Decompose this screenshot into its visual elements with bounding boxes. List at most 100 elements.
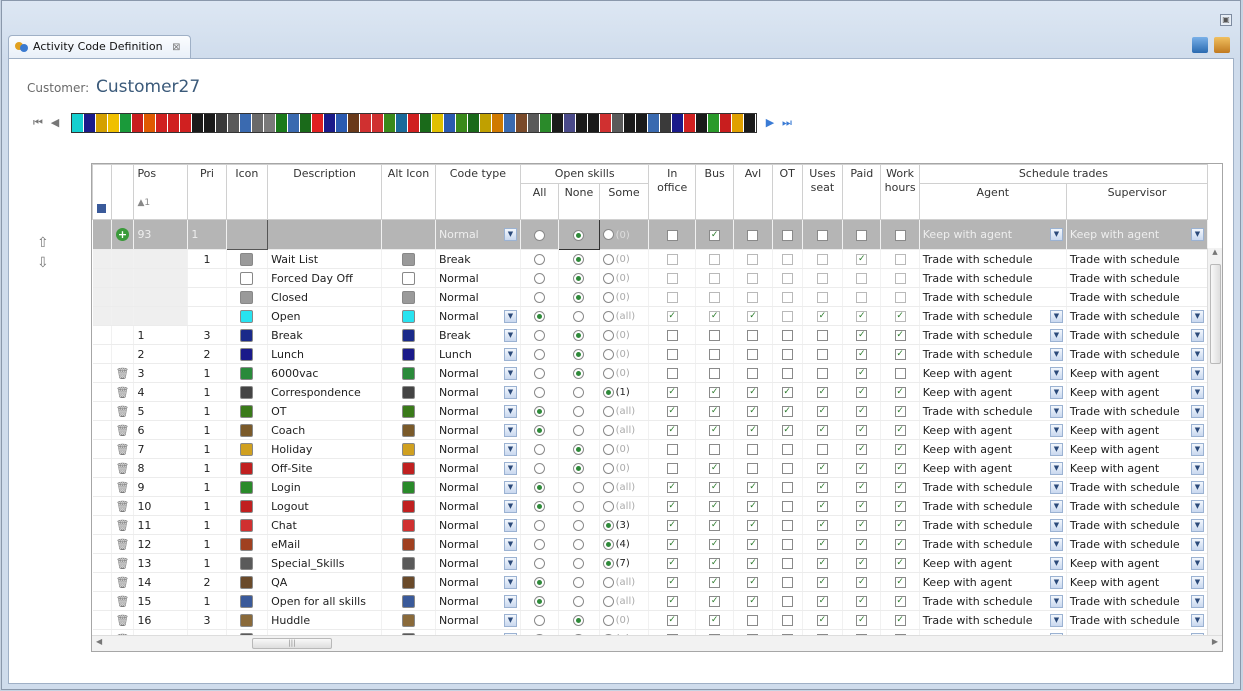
pri-cell[interactable]: 1 (187, 496, 227, 516)
new-code-type-dropdown[interactable]: Normal ▼ (435, 219, 521, 250)
table-row[interactable]: Forced Day Off Normal (0) Trade with schedu… (92, 268, 1209, 288)
icon-option-9[interactable] (180, 114, 192, 132)
code-type-dropdown[interactable]: Normal (435, 268, 521, 288)
code-type-dropdown[interactable]: Normal ▼ (435, 439, 521, 459)
bus-checkbox[interactable]: ✓ (695, 534, 735, 554)
in-office-checkbox[interactable]: ✓ (648, 553, 696, 573)
pos-cell[interactable]: 7 (133, 439, 189, 459)
icon-option-19[interactable] (300, 114, 312, 132)
agent-trade-dropdown[interactable]: Keep with agent ▼ (919, 420, 1067, 440)
chevron-down-icon[interactable]: ▼ (503, 347, 517, 361)
in-office-checkbox[interactable]: ✓ (648, 572, 696, 592)
open-skills-none-radio[interactable] (558, 325, 600, 345)
icon-option-15[interactable] (252, 114, 264, 132)
open-skills-none-radio[interactable] (558, 268, 600, 288)
chevron-down-icon[interactable]: ▼ (1191, 347, 1204, 361)
activity-icon[interactable] (226, 496, 269, 516)
in-office-checkbox[interactable] (648, 363, 696, 383)
avl-checkbox[interactable] (733, 439, 773, 459)
chevron-down-icon[interactable]: ▼ (1050, 652, 1063, 653)
new-description-cell[interactable] (267, 219, 383, 250)
supervisor-trade-dropdown[interactable]: Trade with schedule ▼ (1066, 610, 1209, 630)
chevron-down-icon[interactable]: ▼ (503, 385, 517, 399)
supervisor-trade-dropdown[interactable]: Keep with agent ▼ (1066, 363, 1209, 383)
pri-cell[interactable] (187, 287, 227, 307)
description-cell[interactable]: QA (267, 572, 383, 592)
work-hours-column-header[interactable]: Work hours (880, 164, 920, 220)
code-type-dropdown[interactable]: Normal ▼ (435, 534, 521, 554)
icon-option-52[interactable] (696, 114, 708, 132)
pri-cell[interactable]: 3 (187, 325, 227, 345)
new-work-hours-checkbox[interactable] (880, 219, 920, 250)
tab-activity-code-definition[interactable]: Activity Code Definition ⊠ (8, 35, 192, 59)
icon-option-14[interactable] (240, 114, 252, 132)
icon-option-45[interactable] (612, 114, 624, 132)
in-office-checkbox[interactable]: ✓ (648, 401, 696, 421)
uses-seat-checkbox[interactable]: ✓ (802, 306, 844, 326)
description-cell[interactable]: 6000vac (267, 363, 383, 383)
in-office-checkbox[interactable]: ✓ (648, 610, 696, 630)
alt-activity-icon[interactable] (381, 534, 436, 554)
open-skills-all-radio[interactable] (520, 287, 560, 307)
work-hours-checkbox[interactable]: ✓ (880, 477, 920, 497)
new-avl-checkbox[interactable] (733, 219, 773, 250)
description-cell[interactable]: Coach (267, 420, 383, 440)
next-page-icon[interactable]: ▶ (763, 116, 777, 130)
work-hours-checkbox[interactable] (880, 287, 920, 307)
activity-icon[interactable] (226, 382, 269, 402)
ot-checkbox[interactable] (772, 496, 803, 516)
new-icon-cell[interactable] (225, 219, 269, 250)
bus-column-header[interactable]: Bus (694, 164, 735, 220)
icon-option-13[interactable] (228, 114, 240, 132)
last-page-icon[interactable]: ⏭ (780, 116, 794, 130)
open-skills-some-radio[interactable]: (0) (599, 249, 650, 269)
open-skills-some-radio[interactable]: (all) (599, 591, 650, 611)
chevron-down-icon[interactable]: ▼ (1191, 423, 1204, 437)
table-row[interactable]: Closed Normal (0) Trade with schedule Trade … (92, 287, 1209, 307)
pos-cell[interactable]: 5 (133, 401, 189, 421)
code-type-dropdown[interactable]: Normal ▼ (435, 553, 521, 573)
uses-seat-checkbox[interactable] (802, 325, 844, 345)
description-cell[interactable]: Huddle (267, 610, 383, 630)
delete-row-icon[interactable]: 🗑 (111, 591, 135, 611)
agent-column-header[interactable]: Agent (918, 183, 1067, 220)
agent-trade-dropdown[interactable]: Trade with schedule ▼ (919, 306, 1067, 326)
chevron-down-icon[interactable]: ▼ (503, 613, 517, 627)
bus-checkbox[interactable] (695, 363, 735, 383)
code-type-dropdown[interactable]: Normal ▼ (435, 401, 521, 421)
bus-checkbox[interactable]: ✓ (695, 420, 735, 440)
chevron-down-icon[interactable]: ▼ (1049, 404, 1063, 418)
delete-row-icon[interactable]: 🗑 (111, 496, 135, 516)
avl-checkbox[interactable]: ✓ (733, 420, 773, 440)
avl-column-header[interactable]: Avl (733, 164, 773, 220)
open-skills-some-radio[interactable]: (all) (599, 401, 650, 421)
icon-option-5[interactable] (132, 114, 144, 132)
agent-trade-dropdown[interactable]: Trade with schedule ▼ (919, 401, 1067, 421)
open-skills-some-radio[interactable]: (3) (599, 515, 650, 535)
work-hours-checkbox[interactable]: ✓ (880, 420, 920, 440)
new-paid-checkbox[interactable] (842, 219, 882, 250)
work-hours-checkbox[interactable]: ✓ (880, 515, 920, 535)
chevron-down-icon[interactable]: ▼ (503, 594, 517, 608)
open-skills-some-radio[interactable]: (1) (599, 382, 650, 402)
pos-cell[interactable]: 14 (133, 572, 189, 592)
vertical-scrollbar[interactable]: ▲ (1207, 248, 1222, 636)
alt-activity-icon[interactable] (381, 572, 436, 592)
new-bus-checkbox[interactable]: ✓ (695, 219, 735, 250)
uses-seat-checkbox[interactable]: ✓ (802, 382, 844, 402)
avl-checkbox[interactable] (733, 610, 773, 630)
new-pos-cell[interactable]: 93 (133, 219, 189, 250)
description-cell[interactable]: Off-Site (267, 458, 383, 478)
open-skills-all-radio[interactable] (520, 515, 560, 535)
uses-seat-checkbox[interactable] (802, 249, 844, 269)
icon-option-46[interactable] (624, 114, 636, 132)
chevron-down-icon[interactable]: ▼ (503, 480, 517, 494)
new-supervisor-dropdown[interactable]: Keep with agent ▼ (1066, 219, 1209, 250)
open-skills-none-radio[interactable] (558, 306, 600, 326)
open-skills-none-radio[interactable] (558, 287, 600, 307)
chevron-down-icon[interactable]: ▼ (1049, 423, 1063, 437)
work-hours-checkbox[interactable] (880, 363, 920, 383)
uses-seat-checkbox[interactable] (802, 287, 844, 307)
chevron-down-icon[interactable]: ▼ (1191, 518, 1204, 532)
paid-checkbox[interactable]: ✓ (842, 363, 882, 383)
